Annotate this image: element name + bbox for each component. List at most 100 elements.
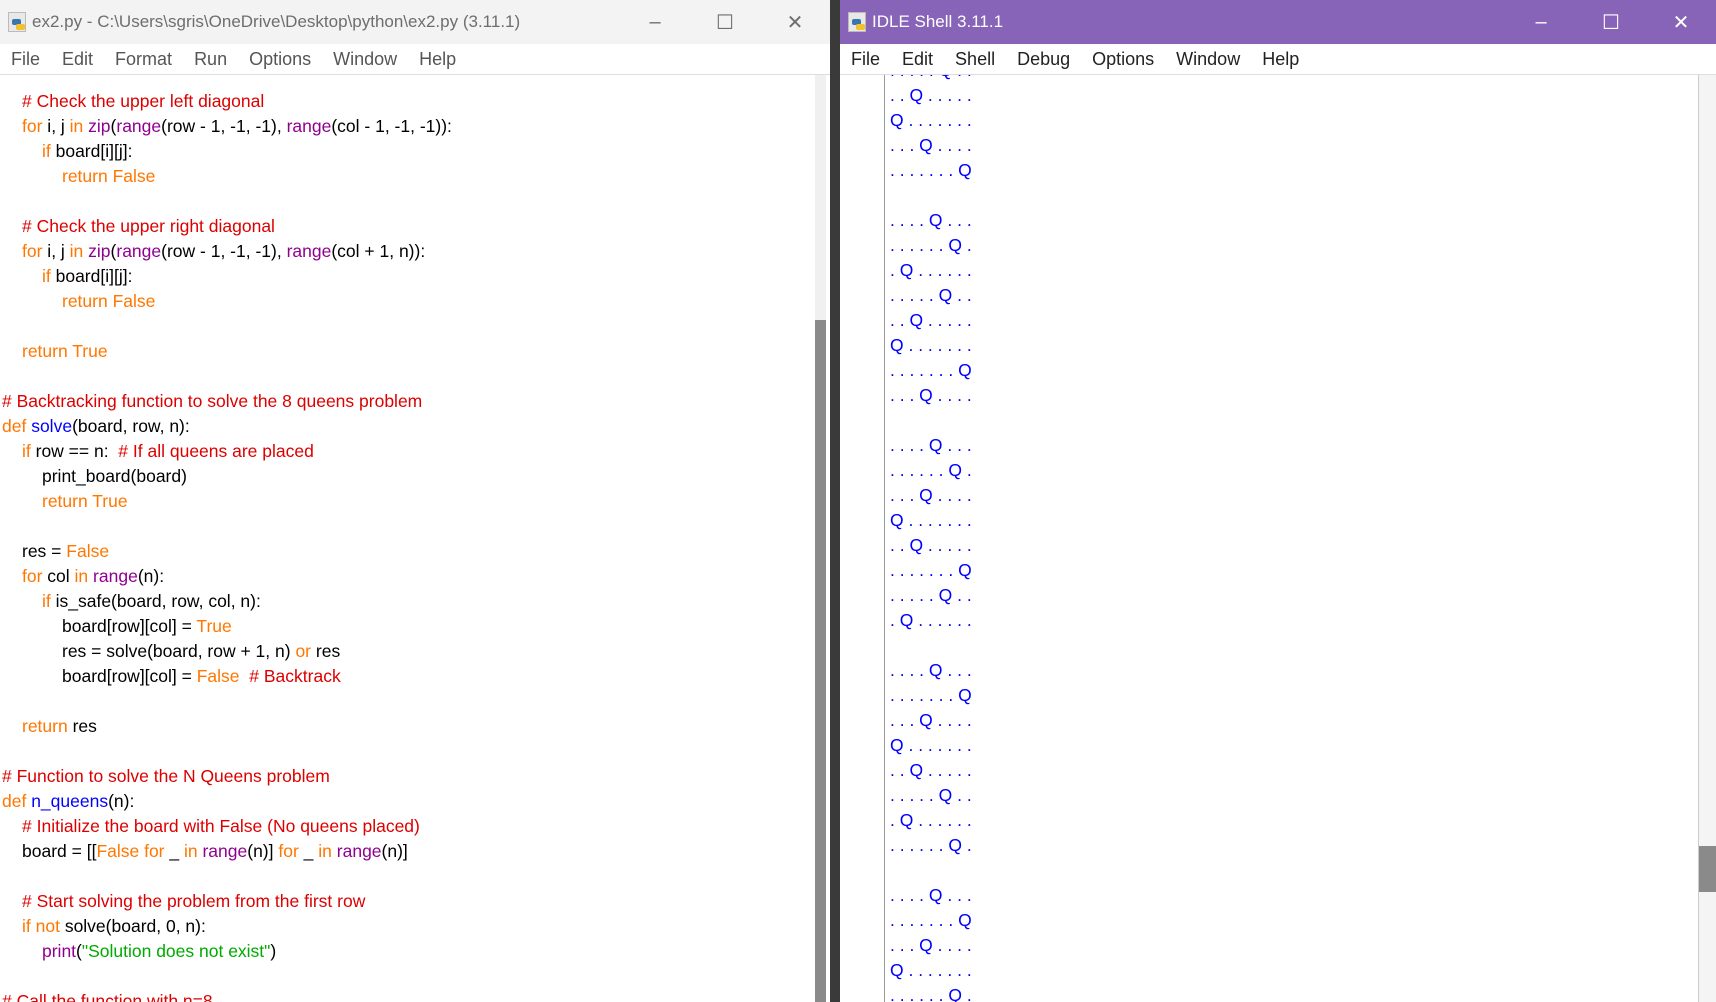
token-comment: # Check the upper left diagonal — [22, 91, 265, 111]
token-keyword: in — [183, 841, 198, 861]
token-code-text: is_safe(board, row, col, n): — [50, 591, 261, 611]
output-line: . Q . . . . . . — [890, 810, 972, 830]
code-line: def n_queens(n): — [2, 789, 134, 814]
menu-edit[interactable]: Edit — [51, 49, 104, 70]
output-line: Q . . . . . . . — [890, 510, 972, 530]
output-line: . . . . . Q . . — [890, 585, 972, 605]
menu-help[interactable]: Help — [408, 49, 467, 70]
token-builtin: zip — [88, 241, 111, 261]
editor-scrollbar[interactable] — [815, 75, 826, 1002]
token-builtin: range — [286, 116, 332, 136]
close-icon[interactable]: ✕ — [1646, 10, 1716, 35]
menu-format[interactable]: Format — [104, 49, 183, 70]
code-line: if is_safe(board, row, col, n): — [42, 589, 261, 614]
close-icon[interactable]: ✕ — [760, 10, 830, 35]
editor-scrollbar-thumb[interactable] — [815, 320, 826, 1002]
token-keyword: if — [42, 141, 51, 161]
output-line: . . . . . Q . . — [890, 785, 972, 805]
code-line: # Check the upper right diagonal — [22, 214, 275, 239]
shell-title-bar[interactable]: IDLE Shell 3.11.1 – ☐ ✕ — [840, 0, 1716, 44]
menu-debug[interactable]: Debug — [1006, 49, 1081, 70]
maximize-icon[interactable]: ☐ — [690, 10, 760, 35]
token-code-text: board = [[ — [22, 841, 97, 861]
output-line: . . . Q . . . . — [890, 385, 972, 405]
token-keyword: or — [295, 641, 312, 661]
token-code-text: board[i][j]: — [50, 266, 133, 286]
token-code-text: res = solve(board, row + 1, n) — [62, 641, 296, 661]
token-builtin: range — [286, 241, 332, 261]
code-line: board[row][col] = False # Backtrack — [62, 664, 341, 689]
code-line: return True — [22, 339, 108, 364]
token-builtin: print — [42, 941, 77, 961]
editor-title-bar[interactable]: ex2.py - C:\Users\sgris\OneDrive\Desktop… — [0, 0, 830, 44]
menu-edit[interactable]: Edit — [891, 49, 944, 70]
token-keyword: for — [22, 116, 43, 136]
token-code-text: (n)] — [247, 841, 279, 861]
token-keyword: in — [69, 241, 84, 261]
token-keyword: for — [278, 841, 299, 861]
output-line: . . . . . . Q . — [890, 985, 972, 1002]
token-keyword: True — [196, 616, 232, 636]
output-line: . . Q . . . . . — [890, 85, 972, 105]
shell-scrollbar[interactable] — [1698, 75, 1716, 1002]
token-keyword: return True — [22, 341, 108, 361]
token-keyword: False for — [96, 841, 165, 861]
code-line: board[row][col] = True — [62, 614, 232, 639]
menu-options[interactable]: Options — [1081, 49, 1165, 70]
token-code-text: ) — [270, 941, 277, 961]
menu-file[interactable]: File — [0, 49, 51, 70]
token-definition: n_queens — [31, 791, 109, 811]
token-keyword: in — [74, 566, 89, 586]
token-code-text: i, j — [42, 116, 70, 136]
output-line: Q . . . . . . . — [890, 735, 972, 755]
code-editor[interactable]: # Check the upper left diagonal for i, j … — [0, 75, 814, 1002]
output-line: . . . Q . . . . — [890, 485, 972, 505]
token-keyword: for — [22, 566, 43, 586]
shell-sidebar — [840, 75, 885, 1002]
code-line: if board[i][j]: — [42, 139, 132, 164]
token-code-text: board[row][col] = — [62, 616, 197, 636]
token-code-text: (n): — [108, 791, 135, 811]
output-line: . . . Q . . . . — [890, 135, 972, 155]
token-comment: # Function to solve the N Queens problem — [2, 766, 330, 786]
code-line: def solve(board, row, n): — [2, 414, 190, 439]
menu-shell[interactable]: Shell — [944, 49, 1006, 70]
menu-options[interactable]: Options — [238, 49, 322, 70]
output-line: Q . . . . . . . — [890, 335, 972, 355]
code-line: return res — [22, 714, 97, 739]
token-keyword: False — [66, 541, 110, 561]
code-line: for col in range(n): — [22, 564, 164, 589]
code-line: # Function to solve the N Queens problem — [2, 764, 330, 789]
token-builtin: range — [116, 241, 162, 261]
minimize-icon[interactable]: – — [620, 11, 690, 34]
shell-scrollbar-thumb[interactable] — [1699, 846, 1716, 892]
menu-help[interactable]: Help — [1251, 49, 1310, 70]
editor-title: ex2.py - C:\Users\sgris\OneDrive\Desktop… — [32, 12, 521, 31]
token-builtin: range — [93, 566, 138, 586]
menu-window[interactable]: Window — [322, 49, 408, 70]
menu-run[interactable]: Run — [183, 49, 238, 70]
output-line: . . . . . Q . . — [890, 285, 972, 305]
output-line: . Q . . . . . . — [890, 610, 972, 630]
output-line: Q . . . . . . . — [890, 110, 972, 130]
token-keyword: False — [196, 666, 240, 686]
output-line: . . . . . . . Q — [890, 560, 972, 580]
shell-output[interactable]: . . . . . Q . . . . Q . . . . . Q . . . . … — [890, 75, 1694, 1002]
token-string: "Solution does not exist" — [81, 941, 271, 961]
token-code-text: (row - 1, -1, -1), — [161, 241, 287, 261]
maximize-icon[interactable]: ☐ — [1576, 10, 1646, 35]
output-line: . . . . . Q . . — [890, 75, 972, 83]
token-code-text: board[row][col] = — [62, 666, 197, 686]
code-line: # Backtracking function to solve the 8 q… — [2, 389, 422, 414]
shell-window: IDLE Shell 3.11.1 – ☐ ✕ File Edit Shell … — [840, 0, 1716, 1002]
token-comment: # Start solving the problem from the fir… — [22, 891, 366, 911]
code-line: for i, j in zip(range(row - 1, -1, -1), … — [22, 114, 452, 139]
token-keyword: return — [22, 716, 68, 736]
menu-file[interactable]: File — [840, 49, 891, 70]
token-comment: # Check the upper right diagonal — [22, 216, 275, 236]
code-line: # Start solving the problem from the fir… — [22, 889, 365, 914]
menu-window[interactable]: Window — [1165, 49, 1251, 70]
token-code-text: res — [67, 716, 97, 736]
minimize-icon[interactable]: – — [1506, 11, 1576, 34]
token-builtin: range — [202, 841, 248, 861]
